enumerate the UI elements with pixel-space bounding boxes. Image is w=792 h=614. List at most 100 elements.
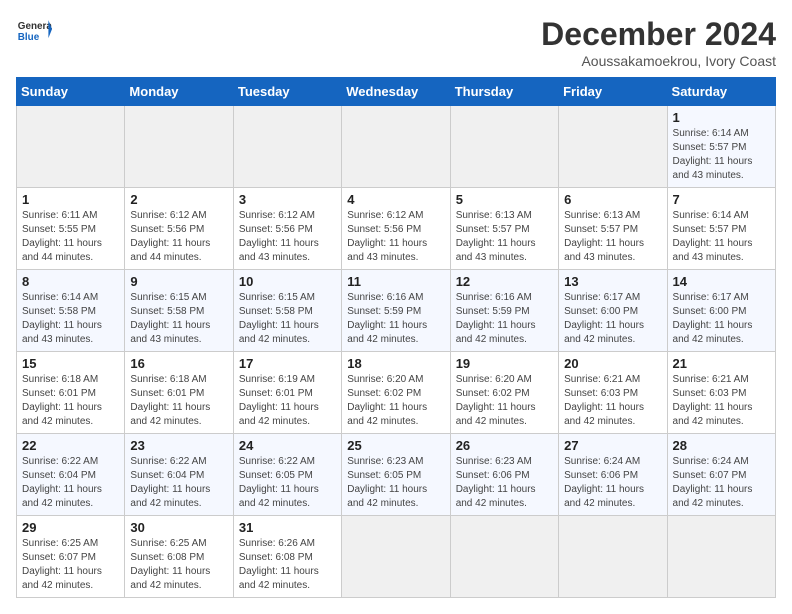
logo: General Blue — [16, 16, 52, 44]
svg-text:Blue: Blue — [18, 32, 40, 43]
day-info: Sunrise: 6:17 AMSunset: 6:00 PMDaylight:… — [564, 292, 644, 345]
day-info: Sunrise: 6:12 AMSunset: 5:56 PMDaylight:… — [130, 210, 210, 263]
day-info: Sunrise: 6:14 AMSunset: 5:57 PMDaylight:… — [673, 128, 753, 181]
day-number: 19 — [456, 356, 553, 371]
calendar-cell: 15 Sunrise: 6:18 AMSunset: 6:01 PMDaylig… — [17, 352, 125, 434]
day-number: 7 — [673, 192, 770, 207]
day-info: Sunrise: 6:24 AMSunset: 6:06 PMDaylight:… — [564, 456, 644, 509]
day-number: 28 — [673, 438, 770, 453]
col-header-friday: Friday — [559, 78, 667, 106]
day-info: Sunrise: 6:25 AMSunset: 6:07 PMDaylight:… — [22, 538, 102, 591]
calendar-cell: 8 Sunrise: 6:14 AMSunset: 5:58 PMDayligh… — [17, 270, 125, 352]
col-header-thursday: Thursday — [450, 78, 558, 106]
calendar-cell: 14 Sunrise: 6:17 AMSunset: 6:00 PMDaylig… — [667, 270, 775, 352]
page-header: General Blue December 2024 Aoussakamoekr… — [16, 16, 776, 69]
day-info: Sunrise: 6:16 AMSunset: 5:59 PMDaylight:… — [347, 292, 427, 345]
calendar-cell: 5 Sunrise: 6:13 AMSunset: 5:57 PMDayligh… — [450, 188, 558, 270]
day-number: 17 — [239, 356, 336, 371]
calendar-cell: 19 Sunrise: 6:20 AMSunset: 6:02 PMDaylig… — [450, 352, 558, 434]
day-number: 8 — [22, 274, 119, 289]
day-number: 1 — [673, 110, 770, 125]
day-number: 12 — [456, 274, 553, 289]
col-header-sunday: Sunday — [17, 78, 125, 106]
day-info: Sunrise: 6:12 AMSunset: 5:56 PMDaylight:… — [347, 210, 427, 263]
day-info: Sunrise: 6:13 AMSunset: 5:57 PMDaylight:… — [456, 210, 536, 263]
calendar-week-2: 8 Sunrise: 6:14 AMSunset: 5:58 PMDayligh… — [17, 270, 776, 352]
calendar-cell — [342, 516, 450, 598]
calendar-cell — [559, 106, 667, 188]
calendar-header-row: SundayMondayTuesdayWednesdayThursdayFrid… — [17, 78, 776, 106]
day-number: 22 — [22, 438, 119, 453]
logo-icon: General Blue — [16, 16, 52, 44]
calendar-cell: 24 Sunrise: 6:22 AMSunset: 6:05 PMDaylig… — [233, 434, 341, 516]
day-number: 23 — [130, 438, 227, 453]
day-number: 31 — [239, 520, 336, 535]
day-info: Sunrise: 6:19 AMSunset: 6:01 PMDaylight:… — [239, 374, 319, 427]
calendar-cell: 17 Sunrise: 6:19 AMSunset: 6:01 PMDaylig… — [233, 352, 341, 434]
day-info: Sunrise: 6:17 AMSunset: 6:00 PMDaylight:… — [673, 292, 753, 345]
calendar-cell: 12 Sunrise: 6:16 AMSunset: 5:59 PMDaylig… — [450, 270, 558, 352]
day-info: Sunrise: 6:14 AMSunset: 5:58 PMDaylight:… — [22, 292, 102, 345]
day-number: 10 — [239, 274, 336, 289]
calendar-cell: 6 Sunrise: 6:13 AMSunset: 5:57 PMDayligh… — [559, 188, 667, 270]
calendar-cell: 9 Sunrise: 6:15 AMSunset: 5:58 PMDayligh… — [125, 270, 233, 352]
day-info: Sunrise: 6:21 AMSunset: 6:03 PMDaylight:… — [673, 374, 753, 427]
day-number: 13 — [564, 274, 661, 289]
calendar-cell: 13 Sunrise: 6:17 AMSunset: 6:00 PMDaylig… — [559, 270, 667, 352]
calendar-cell: 20 Sunrise: 6:21 AMSunset: 6:03 PMDaylig… — [559, 352, 667, 434]
calendar-week-0: 1 Sunrise: 6:14 AMSunset: 5:57 PMDayligh… — [17, 106, 776, 188]
col-header-monday: Monday — [125, 78, 233, 106]
calendar-cell — [667, 516, 775, 598]
day-info: Sunrise: 6:22 AMSunset: 6:04 PMDaylight:… — [130, 456, 210, 509]
calendar-cell: 2 Sunrise: 6:12 AMSunset: 5:56 PMDayligh… — [125, 188, 233, 270]
calendar-cell — [450, 516, 558, 598]
day-info: Sunrise: 6:21 AMSunset: 6:03 PMDaylight:… — [564, 374, 644, 427]
calendar-cell: 26 Sunrise: 6:23 AMSunset: 6:06 PMDaylig… — [450, 434, 558, 516]
calendar-cell — [17, 106, 125, 188]
calendar-cell — [342, 106, 450, 188]
day-number: 21 — [673, 356, 770, 371]
day-number: 2 — [130, 192, 227, 207]
location: Aoussakamoekrou, Ivory Coast — [541, 53, 776, 69]
title-block: December 2024 Aoussakamoekrou, Ivory Coa… — [541, 16, 776, 69]
day-number: 3 — [239, 192, 336, 207]
col-header-wednesday: Wednesday — [342, 78, 450, 106]
day-info: Sunrise: 6:25 AMSunset: 6:08 PMDaylight:… — [130, 538, 210, 591]
day-number: 29 — [22, 520, 119, 535]
col-header-saturday: Saturday — [667, 78, 775, 106]
calendar-cell — [233, 106, 341, 188]
calendar-week-1: 1 Sunrise: 6:11 AMSunset: 5:55 PMDayligh… — [17, 188, 776, 270]
day-number: 16 — [130, 356, 227, 371]
day-info: Sunrise: 6:24 AMSunset: 6:07 PMDaylight:… — [673, 456, 753, 509]
calendar-cell: 1 Sunrise: 6:11 AMSunset: 5:55 PMDayligh… — [17, 188, 125, 270]
day-number: 27 — [564, 438, 661, 453]
calendar-week-4: 22 Sunrise: 6:22 AMSunset: 6:04 PMDaylig… — [17, 434, 776, 516]
calendar-cell: 18 Sunrise: 6:20 AMSunset: 6:02 PMDaylig… — [342, 352, 450, 434]
col-header-tuesday: Tuesday — [233, 78, 341, 106]
calendar-cell: 31 Sunrise: 6:26 AMSunset: 6:08 PMDaylig… — [233, 516, 341, 598]
calendar-cell: 21 Sunrise: 6:21 AMSunset: 6:03 PMDaylig… — [667, 352, 775, 434]
calendar-cell: 1 Sunrise: 6:14 AMSunset: 5:57 PMDayligh… — [667, 106, 775, 188]
calendar-cell: 30 Sunrise: 6:25 AMSunset: 6:08 PMDaylig… — [125, 516, 233, 598]
day-number: 30 — [130, 520, 227, 535]
day-number: 18 — [347, 356, 444, 371]
calendar-week-3: 15 Sunrise: 6:18 AMSunset: 6:01 PMDaylig… — [17, 352, 776, 434]
day-number: 1 — [22, 192, 119, 207]
month-title: December 2024 — [541, 16, 776, 53]
day-info: Sunrise: 6:12 AMSunset: 5:56 PMDaylight:… — [239, 210, 319, 263]
calendar-cell — [559, 516, 667, 598]
calendar-cell — [125, 106, 233, 188]
svg-text:General: General — [18, 21, 52, 32]
day-info: Sunrise: 6:23 AMSunset: 6:05 PMDaylight:… — [347, 456, 427, 509]
calendar-cell: 29 Sunrise: 6:25 AMSunset: 6:07 PMDaylig… — [17, 516, 125, 598]
calendar-cell: 11 Sunrise: 6:16 AMSunset: 5:59 PMDaylig… — [342, 270, 450, 352]
calendar-cell: 10 Sunrise: 6:15 AMSunset: 5:58 PMDaylig… — [233, 270, 341, 352]
calendar-cell: 25 Sunrise: 6:23 AMSunset: 6:05 PMDaylig… — [342, 434, 450, 516]
day-info: Sunrise: 6:22 AMSunset: 6:04 PMDaylight:… — [22, 456, 102, 509]
day-info: Sunrise: 6:13 AMSunset: 5:57 PMDaylight:… — [564, 210, 644, 263]
calendar-table: SundayMondayTuesdayWednesdayThursdayFrid… — [16, 77, 776, 598]
day-info: Sunrise: 6:20 AMSunset: 6:02 PMDaylight:… — [347, 374, 427, 427]
day-info: Sunrise: 6:22 AMSunset: 6:05 PMDaylight:… — [239, 456, 319, 509]
calendar-cell — [450, 106, 558, 188]
day-number: 15 — [22, 356, 119, 371]
